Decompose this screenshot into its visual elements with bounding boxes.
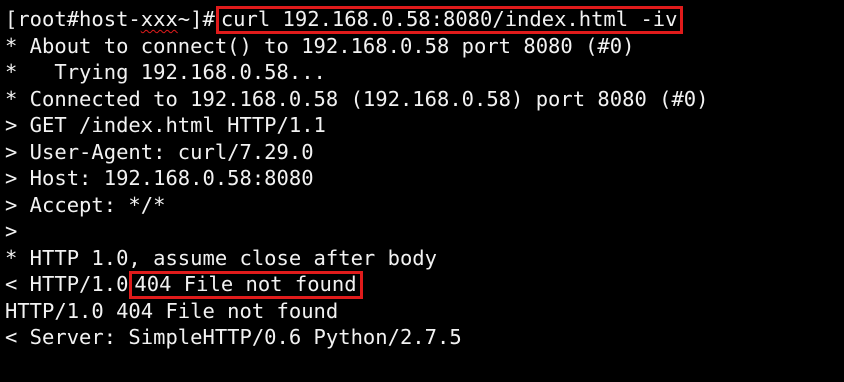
prompt-host: xxx [140,7,178,31]
output-line-11: HTTP/1.0 404 File not found [5,298,339,323]
status-prefix: < HTTP/1.0 [5,272,129,296]
output-line-6: > Host: 192.168.0.58:8080 [5,166,314,190]
output-line-9: * HTTP 1.0, assume close after body [5,245,437,270]
command-text: curl 192.168.0.58:8080/index.html -iv [220,7,678,31]
command-highlight-box: curl 192.168.0.58:8080/index.html -iv [215,6,684,34]
output-line-7: > Accept: */* [5,192,166,217]
output-line-2: * Trying 192.168.0.58... [5,60,326,84]
output-line-4: > GET /index.html HTTP/1.1 [5,113,326,137]
prompt-close: ~]# [177,7,215,31]
status-line: < HTTP/1.0 404 File not found [5,271,844,299]
output-line-12: < Server: SimpleHTTP/0.6 Python/2.7.5 [5,325,462,349]
output-line-1: * About to connect() to 192.168.0.58 por… [5,33,635,58]
command-line: [root#host-xxx~]# curl 192.168.0.58:8080/… [5,6,844,34]
output-line-8: > [5,219,18,243]
status-text: 404 File not found [134,272,357,296]
terminal-window[interactable]: [root#host-xxx~]# curl 192.168.0.58:8080/… [0,0,844,382]
prompt-open: [root#host- [5,7,141,31]
output-line-3: * Connected to 192.168.0.58 (192.168.0.5… [5,86,709,111]
output-line-5: > User-Agent: curl/7.29.0 [5,139,314,164]
status-highlight-box: 404 File not found [129,271,363,299]
